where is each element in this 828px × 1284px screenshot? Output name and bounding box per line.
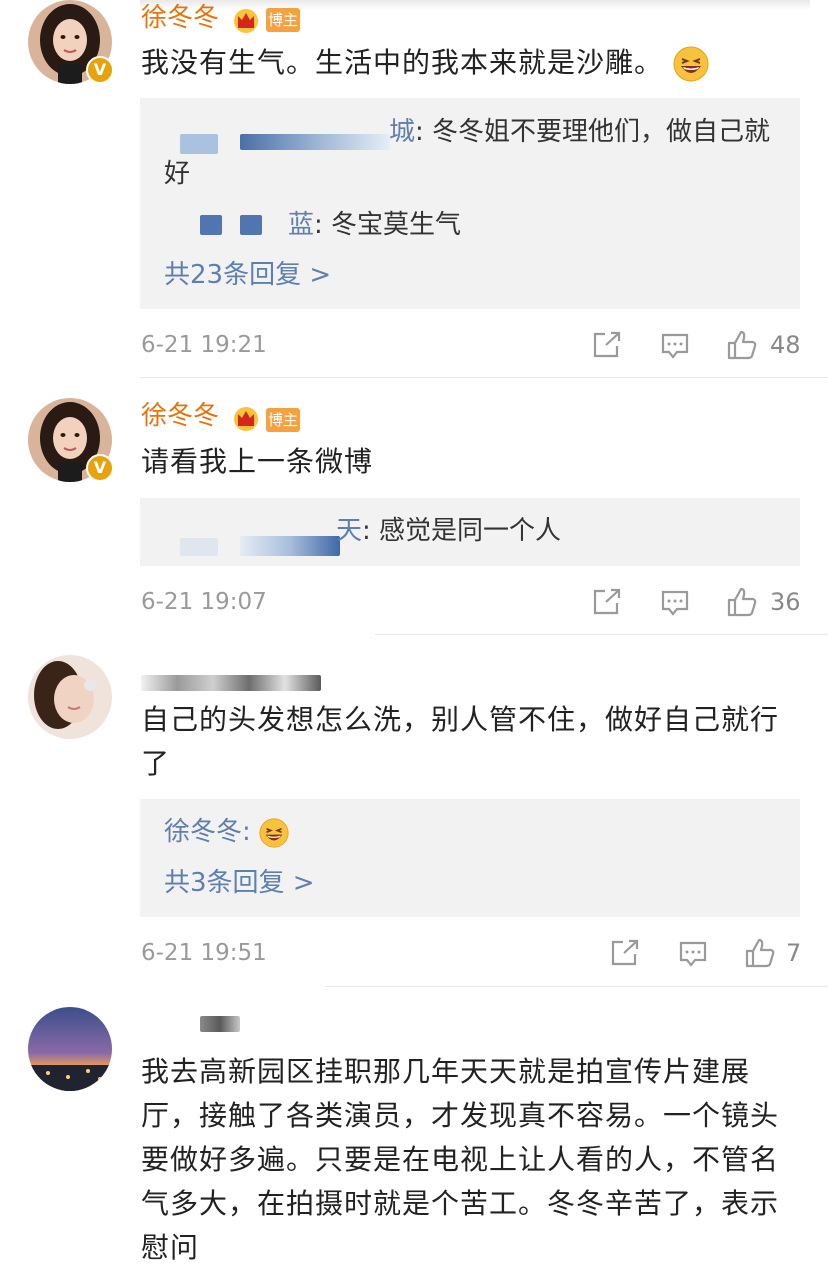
timestamp: 6-21 19:51 bbox=[141, 940, 267, 966]
verified-badge: V bbox=[86, 454, 114, 482]
blurred-username bbox=[200, 1016, 240, 1032]
comment-text: 我没有生气。生活中的我本来就是沙雕。 bbox=[141, 41, 788, 85]
reply-name[interactable]: 城 bbox=[389, 117, 415, 147]
like-count: 36 bbox=[770, 588, 801, 616]
laughing-emoji-icon bbox=[673, 46, 709, 82]
reply-name[interactable]: 蓝 bbox=[288, 210, 314, 240]
reply-line: 天: 感觉是同一个人 bbox=[336, 510, 776, 552]
comment-icon[interactable] bbox=[660, 332, 690, 360]
reply-box[interactable]: 城: 冬冬姐不要理他们，做自己就好 蓝: 冬宝莫生气 共23条回复 > bbox=[140, 98, 800, 309]
username[interactable]: 徐冬冬 bbox=[141, 400, 219, 432]
share-icon[interactable] bbox=[592, 331, 622, 359]
reply-line: 徐冬冬: bbox=[164, 811, 776, 853]
avatar[interactable] bbox=[28, 655, 112, 739]
divider bbox=[325, 986, 828, 987]
like-count: 7 bbox=[786, 939, 802, 967]
blurred-name bbox=[240, 536, 340, 556]
timestamp: 6-21 19:21 bbox=[141, 332, 267, 358]
blurred-name bbox=[240, 215, 262, 235]
comment-icon[interactable] bbox=[660, 589, 690, 617]
author-badge: 博主 bbox=[266, 8, 300, 32]
reply-box[interactable]: 徐冬冬: 共3条回复 > bbox=[140, 799, 800, 917]
crown-icon bbox=[234, 9, 258, 33]
blurred-username bbox=[141, 675, 321, 691]
avatar[interactable]: V bbox=[28, 0, 114, 84]
divider bbox=[140, 377, 828, 378]
author-badge: 博主 bbox=[266, 408, 300, 432]
divider bbox=[375, 634, 828, 635]
reply-line: 蓝: 冬宝莫生气 bbox=[288, 204, 776, 246]
verified-badge: V bbox=[86, 56, 114, 84]
laughing-emoji-icon bbox=[259, 817, 289, 848]
reply-text: : bbox=[242, 817, 251, 847]
username[interactable]: 徐冬冬 bbox=[141, 2, 219, 34]
crown-icon bbox=[234, 407, 258, 431]
blurred-name bbox=[180, 538, 218, 556]
more-replies-link[interactable]: 共23条回复 > bbox=[164, 257, 331, 293]
like-icon[interactable] bbox=[726, 586, 758, 618]
comment-icon[interactable] bbox=[678, 940, 708, 968]
reply-line: 城: 冬冬姐不要理他们，做自己就好 bbox=[164, 111, 776, 195]
blurred-name bbox=[200, 215, 222, 235]
comment-item: V 徐冬冬 博主 我没有生气。生活中的我本来就是沙雕。 城: 冬冬姐不要理他们，… bbox=[0, 0, 828, 378]
reply-name[interactable]: 徐冬冬 bbox=[164, 817, 242, 847]
reply-text: : 冬冬姐不要理他们，做自己就好 bbox=[164, 117, 771, 189]
like-count: 48 bbox=[770, 331, 801, 359]
reply-text: : 冬宝莫生气 bbox=[314, 210, 462, 240]
comment-text-content: 我没有生气。生活中的我本来就是沙雕。 bbox=[141, 46, 664, 79]
more-replies-link[interactable]: 共3条回复 > bbox=[164, 865, 315, 901]
timestamp: 6-21 19:07 bbox=[141, 589, 267, 615]
avatar[interactable]: V bbox=[28, 398, 114, 482]
comment-text: 请看我上一条微博 bbox=[141, 445, 374, 478]
share-icon[interactable] bbox=[592, 588, 622, 616]
like-icon[interactable] bbox=[744, 937, 776, 969]
reply-box[interactable]: 天: 感觉是同一个人 bbox=[140, 498, 800, 566]
avatar[interactable] bbox=[28, 1007, 112, 1091]
comment-text: 我去高新园区挂职那几年天天就是拍宣传片建展厅，接触了各类演员，才发现真不容易。一… bbox=[141, 1055, 780, 1264]
reply-name[interactable]: 天 bbox=[336, 516, 362, 546]
comment-text: 自己的头发想怎么洗，别人管不住，做好自己就行了 bbox=[141, 703, 780, 780]
share-icon[interactable] bbox=[610, 939, 640, 967]
reply-text: : 感觉是同一个人 bbox=[362, 516, 562, 546]
like-icon[interactable] bbox=[726, 329, 758, 361]
